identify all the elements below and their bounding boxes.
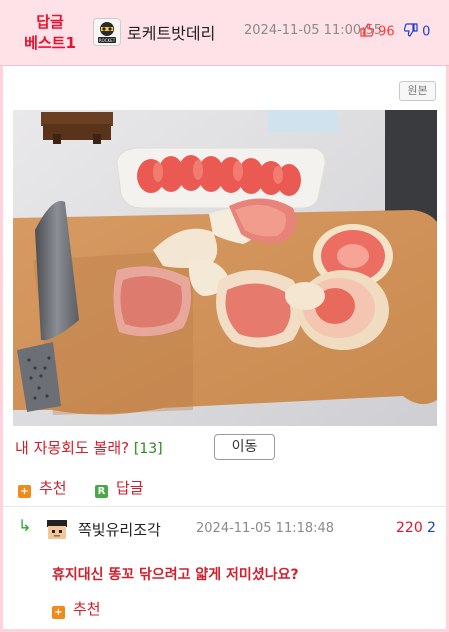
upvote-count[interactable]: 96 <box>360 23 395 41</box>
thumbs-up-icon <box>360 23 375 41</box>
divider <box>3 506 446 507</box>
move-button[interactable]: 이동 <box>214 434 275 460</box>
comment-count: [13] <box>133 441 163 457</box>
reply-button[interactable]: R 답글 <box>95 477 144 498</box>
downvote-count[interactable]: 0 <box>403 23 431 41</box>
reply-username[interactable]: 쪽빛유리조각 <box>78 519 161 540</box>
recommend-button[interactable]: + 추천 <box>18 477 67 498</box>
reply-upvote-count[interactable]: 220 <box>396 520 423 536</box>
plus-icon: + <box>52 606 65 619</box>
reply-avatar[interactable] <box>44 516 70 542</box>
recommend-label: 추천 <box>39 479 67 497</box>
plus-icon: + <box>18 485 31 498</box>
best-reply-header: 답글 베스트1 ROCKET 로케트밧데리 2024-11-05 11:00:5… <box>0 0 449 66</box>
badge-line1: 답글 <box>36 13 64 31</box>
post-image[interactable] <box>13 110 437 426</box>
best-reply-badge: 답글 베스트1 <box>16 12 84 54</box>
author-username[interactable]: 로케트밧데리 <box>127 20 215 44</box>
reply-recommend-label: 추천 <box>73 600 101 618</box>
avatar[interactable]: ROCKET <box>93 18 121 46</box>
upvote-value: 96 <box>378 24 395 40</box>
badge-line2: 베스트1 <box>24 34 76 52</box>
reply-label: 답글 <box>116 479 144 497</box>
downvote-value: 0 <box>422 24 431 40</box>
reply-recommend-button[interactable]: + 추천 <box>52 598 101 619</box>
reply-arrow-icon: ↳ <box>18 516 32 535</box>
svg-text:ROCKET: ROCKET <box>99 38 116 43</box>
original-button[interactable]: 원본 <box>399 81 436 101</box>
thumbs-down-icon <box>403 23 418 41</box>
post-title-link[interactable]: 내 자몽회도 볼래? [13] <box>15 437 163 458</box>
post-title: 내 자몽회도 볼래? <box>15 439 130 457</box>
reply-downvote-count[interactable]: 2 <box>427 520 436 536</box>
reply-text: 휴지대신 똥꼬 닦으려고 얇게 저미셨나요? <box>52 567 299 583</box>
reply-icon: R <box>95 485 108 498</box>
reply-date: 2024-11-05 11:18:48 <box>196 521 335 536</box>
